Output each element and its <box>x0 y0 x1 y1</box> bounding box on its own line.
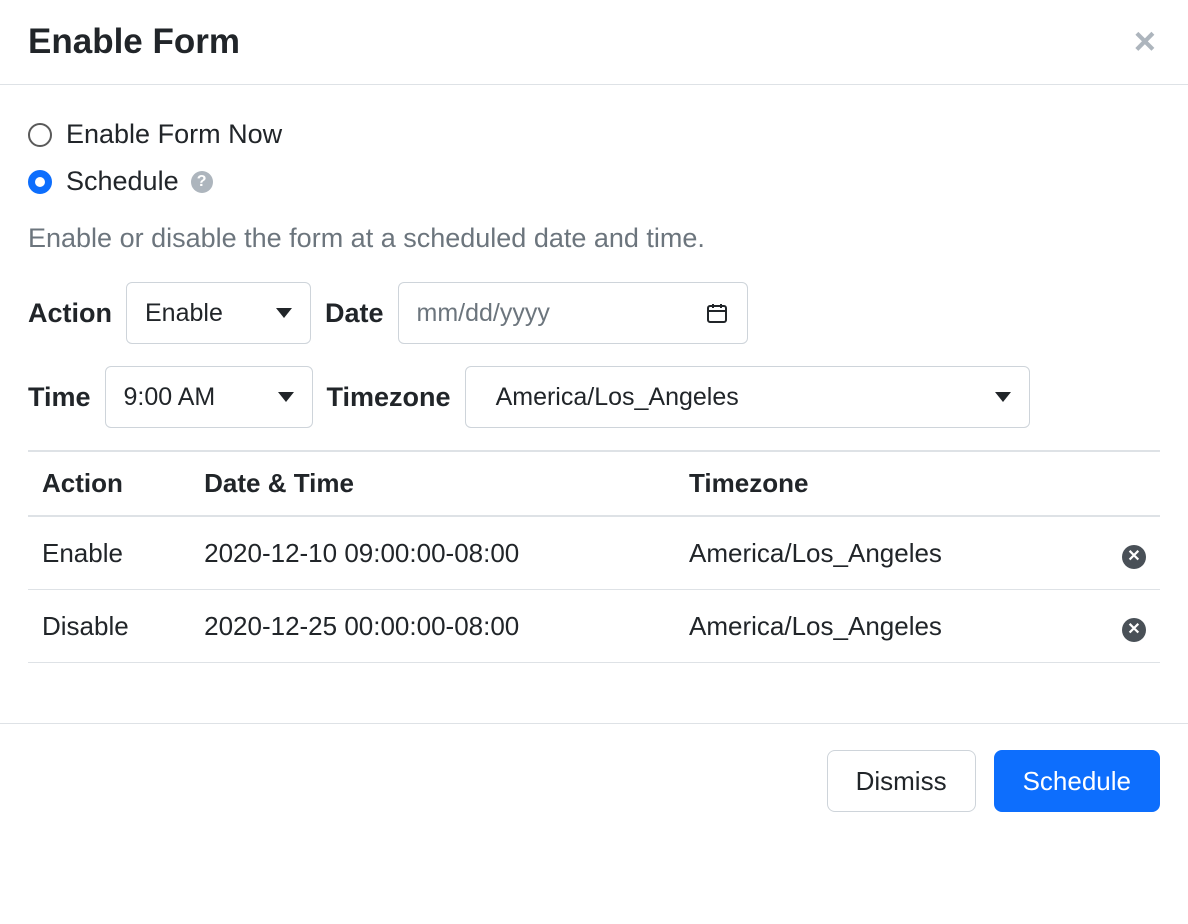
chevron-down-icon <box>995 392 1011 402</box>
cell-datetime: 2020-12-10 09:00:00-08:00 <box>190 516 675 590</box>
modal-header: Enable Form × <box>0 0 1188 85</box>
cell-remove: ✕ <box>1072 590 1160 663</box>
option-schedule-label: Schedule <box>66 166 179 197</box>
radio-checked-icon[interactable] <box>28 170 52 194</box>
cell-datetime: 2020-12-25 00:00:00-08:00 <box>190 590 675 663</box>
date-input[interactable]: mm/dd/yyyy <box>398 282 748 344</box>
controls-row-2: Time 9:00 AM Timezone America/Los_Angele… <box>28 366 1160 428</box>
remove-icon[interactable]: ✕ <box>1122 618 1146 642</box>
time-select-value: 9:00 AM <box>124 383 216 412</box>
option-enable-now[interactable]: Enable Form Now <box>28 119 1160 150</box>
col-action: Action <box>28 451 190 516</box>
modal-footer: Dismiss Schedule <box>0 723 1188 838</box>
enable-form-modal: Enable Form × Enable Form Now Schedule ?… <box>0 0 1188 838</box>
date-label: Date <box>325 298 384 329</box>
table-row: Enable 2020-12-10 09:00:00-08:00 America… <box>28 516 1160 590</box>
schedule-table: Action Date & Time Timezone Enable 2020-… <box>28 450 1160 663</box>
schedule-table-header-row: Action Date & Time Timezone <box>28 451 1160 516</box>
option-schedule[interactable]: Schedule ? <box>28 166 1160 197</box>
action-select[interactable]: Enable <box>126 282 311 344</box>
timezone-label: Timezone <box>327 382 451 413</box>
radio-unchecked-icon[interactable] <box>28 123 52 147</box>
dismiss-button[interactable]: Dismiss <box>827 750 976 812</box>
calendar-icon[interactable] <box>705 301 729 325</box>
close-icon[interactable]: × <box>1130 23 1160 61</box>
action-select-value: Enable <box>145 299 223 328</box>
time-select[interactable]: 9:00 AM <box>105 366 313 428</box>
cell-action: Enable <box>28 516 190 590</box>
col-remove <box>1072 451 1160 516</box>
table-row: Disable 2020-12-25 00:00:00-08:00 Americ… <box>28 590 1160 663</box>
time-label: Time <box>28 382 91 413</box>
schedule-description: Enable or disable the form at a schedule… <box>28 223 1160 254</box>
timezone-select-value: America/Los_Angeles <box>496 383 739 412</box>
remove-icon[interactable]: ✕ <box>1122 545 1146 569</box>
help-icon[interactable]: ? <box>191 171 213 193</box>
cell-timezone: America/Los_Angeles <box>675 516 1072 590</box>
chevron-down-icon <box>278 392 294 402</box>
modal-body: Enable Form Now Schedule ? Enable or dis… <box>0 85 1188 673</box>
chevron-down-icon <box>276 308 292 318</box>
option-enable-now-label: Enable Form Now <box>66 119 282 150</box>
modal-title: Enable Form <box>28 22 240 62</box>
cell-timezone: America/Los_Angeles <box>675 590 1072 663</box>
schedule-button[interactable]: Schedule <box>994 750 1160 812</box>
controls-row-1: Action Enable Date mm/dd/yyyy <box>28 282 1160 344</box>
col-timezone: Timezone <box>675 451 1072 516</box>
col-datetime: Date & Time <box>190 451 675 516</box>
timezone-select[interactable]: America/Los_Angeles <box>465 366 1030 428</box>
action-label: Action <box>28 298 112 329</box>
date-input-placeholder: mm/dd/yyyy <box>417 299 550 328</box>
cell-action: Disable <box>28 590 190 663</box>
cell-remove: ✕ <box>1072 516 1160 590</box>
